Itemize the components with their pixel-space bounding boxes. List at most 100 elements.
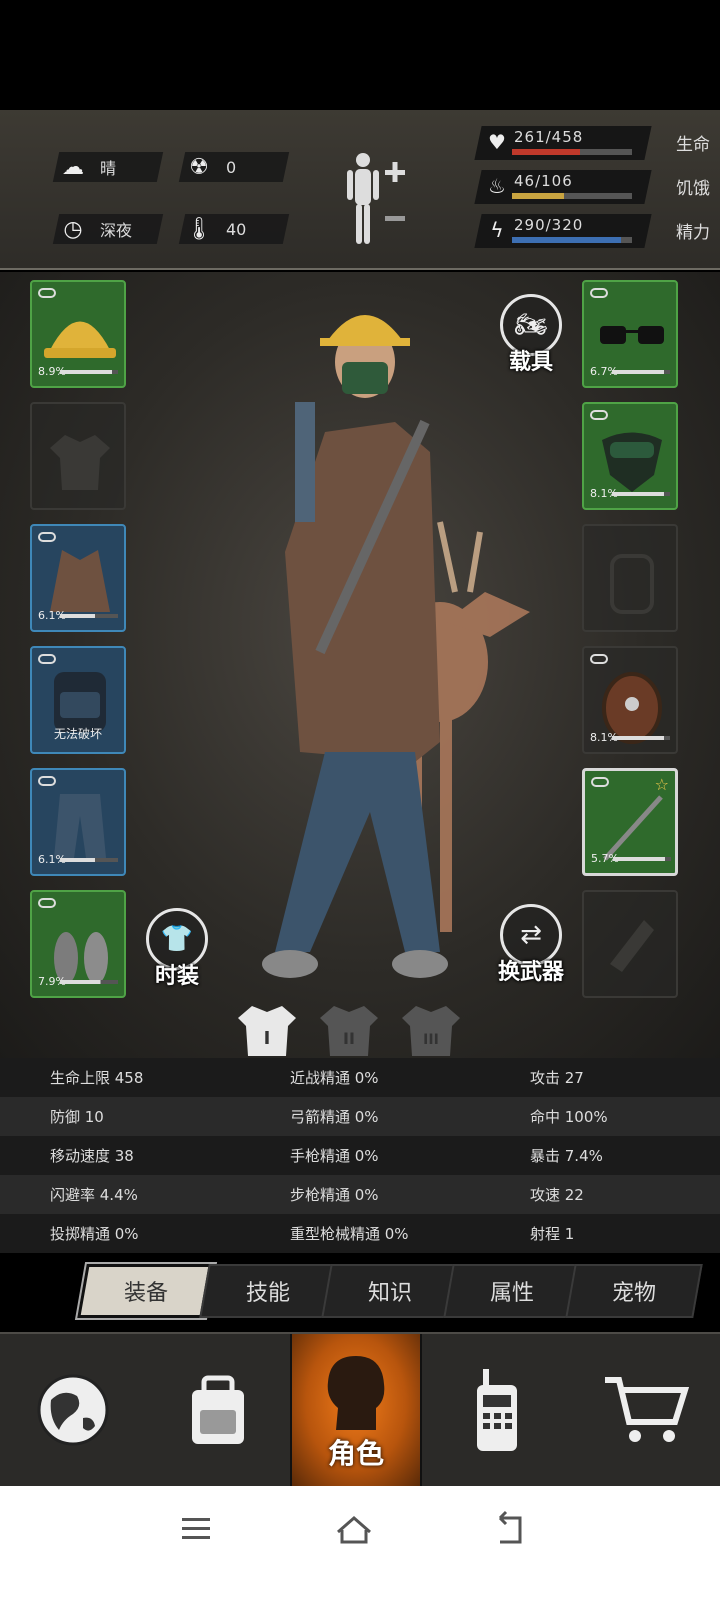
tab-equipment[interactable]: 装备 — [77, 1264, 215, 1318]
tab-skills-label: 技能 — [245, 1281, 290, 1306]
durability-bar — [60, 858, 118, 862]
android-nav-bar — [0, 1486, 720, 1600]
globe-icon — [37, 1374, 109, 1446]
radio-icon — [477, 1369, 517, 1451]
body-status-icon[interactable] — [345, 150, 415, 250]
slot-pants[interactable]: 6.1% — [30, 768, 126, 876]
home-icon[interactable] — [324, 1504, 384, 1554]
slot-shirt[interactable] — [30, 402, 126, 510]
lock-icon — [590, 288, 608, 298]
nav-world[interactable] — [0, 1334, 146, 1486]
swap-weapon-button[interactable]: ⇄ 换武器 — [498, 904, 564, 986]
nav-character-label: 角色 — [327, 1437, 384, 1470]
slot-shoes[interactable]: 7.9% — [30, 890, 126, 998]
durability-bar — [60, 980, 118, 984]
nav-character[interactable]: 角色 — [290, 1334, 422, 1486]
energy-value: 290/320 — [514, 216, 584, 234]
durability-bar — [612, 492, 670, 496]
hunger-bar — [512, 193, 632, 199]
weather-cloudy-icon: ☁ — [62, 154, 84, 180]
lock-icon — [38, 898, 56, 908]
stomach-icon: ♨ — [488, 174, 506, 198]
energy-icon: ϟ — [490, 218, 504, 242]
lock-icon — [38, 654, 56, 664]
vehicle-label: 载具 — [508, 350, 553, 375]
lock-icon — [38, 776, 56, 786]
durability-bar — [613, 857, 671, 861]
durability-bar — [60, 614, 118, 618]
menu-icon[interactable] — [166, 1504, 226, 1554]
stat-cell: 步枪精通 0% — [290, 1186, 379, 1204]
slot-glasses[interactable]: 6.7% — [582, 280, 678, 388]
lock-icon — [38, 288, 56, 298]
slot-shield[interactable]: 8.1% — [582, 646, 678, 754]
stat-cell: 闪避率 4.4% — [50, 1186, 138, 1204]
stats-table: 生命上限 458 近战精通 0% 攻击 27 防御 10 弓箭精通 0% 命中 100%… — [0, 1058, 720, 1254]
section-tabs: 装备 技能 知识 属性 宠物 — [72, 1264, 703, 1322]
temperature-chip: 🌡 40 — [178, 214, 290, 244]
outfit-preset-2[interactable]: II — [318, 1002, 380, 1058]
stats-row: 生命上限 458 近战精通 0% 攻击 27 — [0, 1058, 720, 1097]
weather-chip: ☁ 晴 — [52, 152, 164, 182]
weather-label: 晴 — [100, 159, 117, 178]
outfit-preset-3[interactable]: III — [400, 1002, 462, 1058]
stat-cell: 命中 100% — [530, 1108, 608, 1126]
health-bar — [512, 149, 632, 155]
slot-backpack-note: 无法破坏 — [53, 727, 102, 741]
glasses-icon — [600, 326, 664, 344]
tab-knowledge[interactable]: 知识 — [321, 1264, 459, 1318]
temperature-value: 40 — [226, 219, 247, 239]
lock-icon — [591, 777, 609, 787]
nav-inventory[interactable] — [146, 1334, 290, 1486]
stat-cell: 投掷精通 0% — [50, 1225, 139, 1243]
tab-knowledge-label: 知识 — [367, 1281, 412, 1306]
back-icon[interactable] — [480, 1504, 540, 1554]
health-label: 生命 — [676, 135, 710, 155]
slot-helmet[interactable]: 8.9% — [30, 280, 126, 388]
tab-pets[interactable]: 宠物 — [565, 1264, 703, 1318]
durability-bar — [60, 370, 118, 374]
tab-attributes[interactable]: 属性 — [443, 1264, 581, 1318]
heart-icon: ♥ — [488, 130, 506, 154]
stat-cell: 攻击 27 — [530, 1069, 584, 1087]
lock-icon — [590, 410, 608, 420]
bag-placeholder-icon — [610, 554, 654, 614]
slot-jacket[interactable]: 6.1% — [30, 524, 126, 632]
tab-attributes-label: 属性 — [489, 1281, 534, 1306]
time-label: 深夜 — [100, 221, 133, 240]
stats-row: 防御 10 弓箭精通 0% 命中 100% — [0, 1097, 720, 1136]
fashion-button[interactable]: 👕 时装 — [146, 908, 208, 990]
thermometer-icon: 🌡 — [185, 216, 213, 242]
stat-cell: 射程 1 — [530, 1225, 575, 1243]
shirt-placeholder-icon — [50, 435, 110, 490]
swap-weapon-label: 换武器 — [498, 960, 565, 985]
character-figure — [262, 315, 530, 978]
status-header: ☁ 晴 ☢ 0 ◷ 深夜 🌡 40 ♥ 261/458 生命 ♨ 46/106 … — [0, 110, 720, 270]
slot-bag[interactable] — [582, 524, 678, 632]
durability-bar — [612, 736, 670, 740]
radiation-value: 0 — [226, 157, 237, 177]
vehicle-button[interactable]: 🏍 载具 — [500, 294, 562, 376]
stats-row: 移动速度 38 手枪精通 0% 暴击 7.4% — [0, 1136, 720, 1175]
health-value: 261/458 — [514, 128, 584, 146]
stat-cell: 防御 10 — [50, 1108, 104, 1126]
slot-backpack[interactable]: 无法破坏 — [30, 646, 126, 754]
nav-radio[interactable] — [422, 1334, 572, 1486]
stat-cell: 生命上限 458 — [50, 1069, 144, 1087]
nav-shop[interactable] — [572, 1334, 720, 1486]
slot-secondary[interactable] — [582, 890, 678, 998]
outfit-preset-2-label: II — [343, 1029, 355, 1048]
stat-cell: 弓箭精通 0% — [290, 1108, 379, 1126]
slot-mask[interactable]: 8.1% — [582, 402, 678, 510]
tab-equipment-label: 装备 — [123, 1281, 168, 1306]
character-scene: 8.9% 6.1% 无法破坏 6.1% 7.9% 6.7% 8.1% 8.1% … — [0, 272, 720, 1062]
cart-icon — [605, 1377, 690, 1442]
tab-skills[interactable]: 技能 — [199, 1264, 337, 1318]
backpack-icon — [54, 672, 106, 732]
outfit-preset-1[interactable]: I — [236, 1002, 298, 1058]
energy-label: 精力 — [676, 223, 710, 243]
slot-weapon[interactable]: ☆ 5.7% — [582, 768, 678, 876]
stats-row: 投掷精通 0% 重型枪械精通 0% 射程 1 — [0, 1214, 720, 1253]
hunger-value: 46/106 — [514, 172, 573, 190]
helmet-icon — [44, 321, 116, 358]
